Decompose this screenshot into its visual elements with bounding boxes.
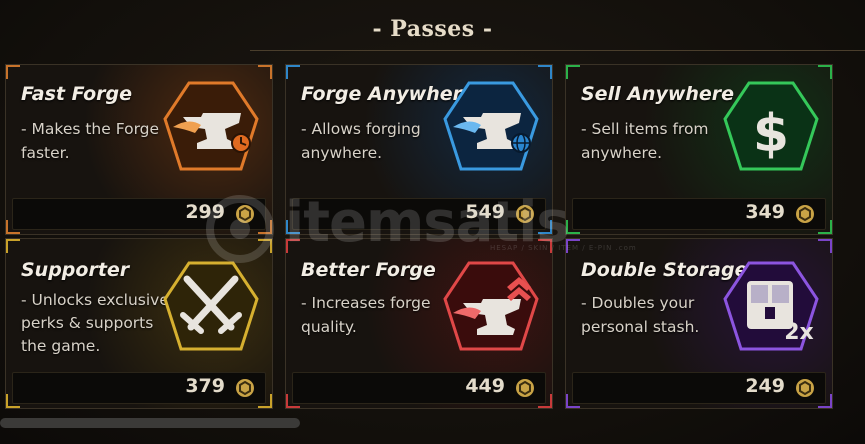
price-bar: 549 <box>292 198 546 230</box>
pass-card-forge-anywhere[interactable]: Forge Anywhere - Allows forging anywhere… <box>285 64 553 235</box>
anvil-clock-icon <box>163 81 259 171</box>
anvil-upgrade-icon <box>443 261 539 351</box>
price-bar: 249 <box>572 372 826 404</box>
svg-text:$: $ <box>753 104 789 164</box>
coin-icon <box>236 205 254 223</box>
dollar-icon: $ <box>723 81 819 171</box>
price-value: 549 <box>465 201 505 223</box>
pass-description: - Makes the Forge faster. <box>21 120 160 162</box>
pass-name: Sell Anywhere <box>581 83 735 105</box>
pass-name: Fast Forge <box>21 83 133 105</box>
page-title: - Passes - <box>372 16 493 42</box>
coin-icon <box>516 379 534 397</box>
pass-description: - Unlocks exclusive perks & supports the… <box>21 291 169 355</box>
price-value: 449 <box>465 375 505 397</box>
coin-icon <box>516 205 534 223</box>
price-bar: 349 <box>572 198 826 230</box>
pass-card-sell-anywhere[interactable]: Sell Anywhere - Sell items from anywhere… <box>565 64 833 235</box>
price-value: 379 <box>185 375 225 397</box>
pass-description: - Allows forging anywhere. <box>301 120 421 162</box>
pass-description: - Doubles your personal stash. <box>581 294 700 336</box>
price-bar: 379 <box>12 372 266 404</box>
svg-text:2x: 2x <box>784 320 814 345</box>
anvil-globe-icon <box>443 81 539 171</box>
coin-icon <box>796 205 814 223</box>
storage-2x-icon: 2x <box>723 261 819 351</box>
pass-card-double-storage[interactable]: Double Storage - Doubles your personal s… <box>565 238 833 409</box>
price-value: 299 <box>185 201 225 223</box>
price-value: 249 <box>745 375 785 397</box>
coin-icon <box>796 379 814 397</box>
pass-card-better-forge[interactable]: Better Forge - Increases forge quality. … <box>285 238 553 409</box>
price-bar: 299 <box>12 198 266 230</box>
header: - Passes - <box>0 0 865 60</box>
pass-name: Supporter <box>21 259 130 281</box>
price-bar: 449 <box>292 372 546 404</box>
header-divider <box>250 50 865 51</box>
pass-card-fast-forge[interactable]: Fast Forge - Makes the Forge faster. 299 <box>5 64 273 235</box>
pass-card-supporter[interactable]: Supporter - Unlocks exclusive perks & su… <box>5 238 273 409</box>
crossed-swords-icon <box>163 261 259 351</box>
pass-description: - Increases forge quality. <box>301 294 431 336</box>
price-value: 349 <box>745 201 785 223</box>
horizontal-scrollbar[interactable] <box>0 418 300 428</box>
pass-description: - Sell items from anywhere. <box>581 120 709 162</box>
coin-icon <box>236 379 254 397</box>
pass-name: Better Forge <box>301 259 436 281</box>
